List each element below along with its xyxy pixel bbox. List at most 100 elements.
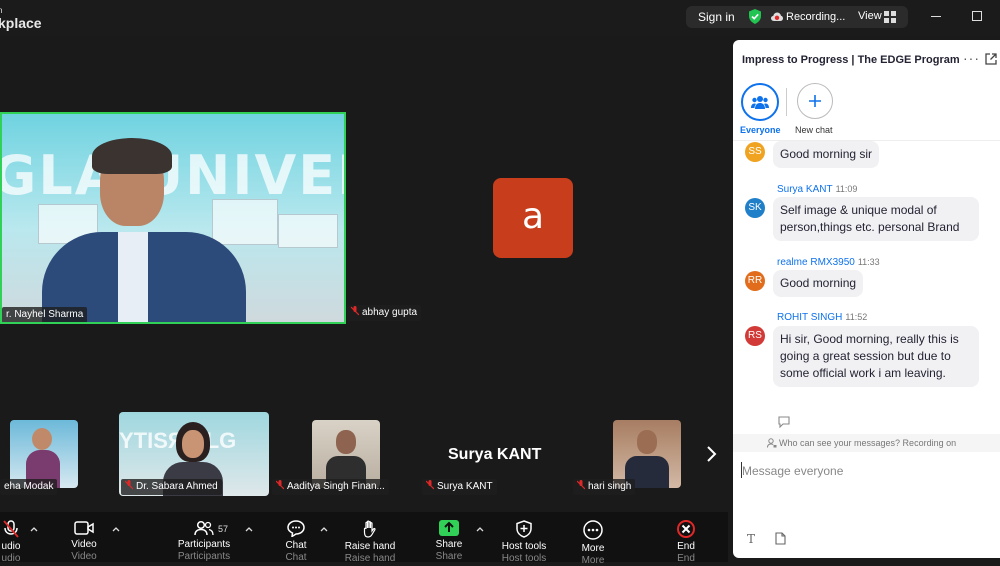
message-time: 11:09 [835,184,858,194]
participant-name-tile[interactable]: Surya KANT [448,446,541,464]
chat-label: Chat [285,540,307,551]
mic-muted-icon [276,480,284,490]
reaction-icon[interactable] [777,416,791,428]
chevron-up-icon[interactable] [112,526,120,532]
share-screen-icon [439,520,459,536]
thumbnail-name: hari singh [588,481,632,492]
participants-icon [194,520,214,536]
end-label-echo: End [677,553,695,564]
message-sender: Surya KANT 11:09 [777,184,857,195]
participants-count: 57 [218,524,229,534]
thumbnail-name: Dr. Sabara Ahmed [136,481,218,492]
video-label-echo: Video [71,551,97,562]
minimize-icon[interactable] [931,16,941,17]
participants-button[interactable]: Participants Participants [172,512,236,562]
host-shield-icon [516,520,532,538]
end-meeting-button[interactable]: End End [668,512,704,564]
more-dots-icon [583,520,603,540]
sign-in-button[interactable]: Sign in [698,10,735,24]
audio-button[interactable]: udio udio [0,512,28,564]
building-graphic [278,214,338,248]
main-video-name: r. Nayhel Sharma [6,309,84,320]
chat-message: Good morning [773,270,864,297]
audio-label: udio [1,541,21,552]
group-icon [751,96,769,109]
avatar: SS [745,142,765,162]
raise-hand-icon [363,520,376,538]
avatar: RS [745,326,765,346]
chevron-up-icon[interactable] [30,526,38,532]
recording-status[interactable]: Recording... [786,11,845,23]
avatar-name-tag: abhay gupta [347,305,422,321]
more-options-icon[interactable]: ··· [963,50,980,66]
more-label-echo: More [581,555,605,566]
thumbnail-name-tag: Surya KANT [422,479,497,495]
mic-muted-icon [125,480,133,490]
meeting-toolbar: udio udio Video Video Participants Parti… [0,512,728,566]
host-tools-button[interactable]: Host tools Host tools [496,512,552,564]
participant-avatar[interactable]: a [493,178,573,258]
maximize-icon[interactable] [972,11,982,21]
more-button[interactable]: More More [574,512,612,566]
avatar-name: abhay gupta [362,307,418,318]
view-button[interactable]: View [858,10,882,22]
end-call-icon [677,520,695,538]
thumbnail-name: Surya KANT [437,481,493,492]
logo-line2: kplace [0,15,42,31]
person-lock-icon [767,438,777,448]
title-bar: n kplace Sign in Recording... View [0,0,1000,36]
participant-thumbnail[interactable] [613,420,681,488]
video-label: Video [71,539,97,550]
share-button[interactable]: Share Share [430,512,468,562]
main-video-name-tag: r. Nayhel Sharma [2,307,88,322]
file-icon[interactable] [775,532,786,545]
building-graphic [212,199,278,245]
meeting-title: Impress to Progress | The EDGE Program [742,54,960,66]
host-tools-label-echo: Host tools [501,553,547,564]
active-speaker-video[interactable]: GLA UNIVERSITY r. Nayhel Sharma [0,112,346,324]
divider [786,88,787,116]
chat-bubble-icon [287,520,305,537]
background-banner-text: GLA UNIVERSITY [0,144,344,207]
chat-panel: Impress to Progress | The EDGE Program ·… [733,40,1000,558]
participants-label: Participants [177,539,231,550]
pop-out-icon[interactable] [985,53,997,65]
message-time: 11:33 [857,257,880,267]
chevron-right-icon[interactable] [705,445,717,463]
sender-name: realme RMX3950 [777,257,855,268]
everyone-chat-button[interactable] [741,83,779,121]
security-shield-icon[interactable] [748,9,762,24]
message-sender: realme RMX3950 11:33 [777,257,880,268]
video-camera-icon [74,521,94,535]
chevron-up-icon[interactable] [476,526,484,532]
audio-label-echo: udio [1,553,21,564]
participant-thumbnail[interactable] [10,420,78,488]
thumbnail-name-tag: Aaditya Singh Finan... [272,479,389,495]
app-logo: n kplace [0,4,42,30]
cloud-recording-icon [771,12,783,21]
raise-hand-label: Raise hand [344,541,396,552]
thumbnail-name: Aaditya Singh Finan... [287,481,385,492]
new-chat-button[interactable] [797,83,833,119]
chat-message: Hi sir, Good morning, really this is goi… [773,326,979,387]
participants-label-echo: Participants [177,551,231,562]
mic-muted-icon [3,520,19,538]
privacy-info-text[interactable]: Who can see your messages? Recording on [779,438,956,448]
avatar: RR [745,271,765,291]
raise-hand-button[interactable]: Raise hand Raise hand [338,512,402,564]
chat-button[interactable]: Chat Chat [278,512,314,563]
message-input[interactable]: Message everyone [742,464,843,478]
mic-muted-icon [351,306,359,316]
mic-muted-icon [577,480,585,490]
chevron-up-icon[interactable] [320,526,328,532]
video-button[interactable]: Video Video [64,512,104,562]
share-label-echo: Share [435,551,463,562]
grid-view-icon[interactable] [884,11,896,23]
text-format-icon[interactable]: T [747,532,755,546]
speaker-shirt [118,232,148,322]
message-time: 11:52 [845,312,868,322]
chevron-up-icon[interactable] [245,526,253,532]
chat-label-echo: Chat [285,552,307,563]
chat-message: Self image & unique modal of person,thin… [773,197,979,241]
participant-thumbnail[interactable] [312,420,380,488]
